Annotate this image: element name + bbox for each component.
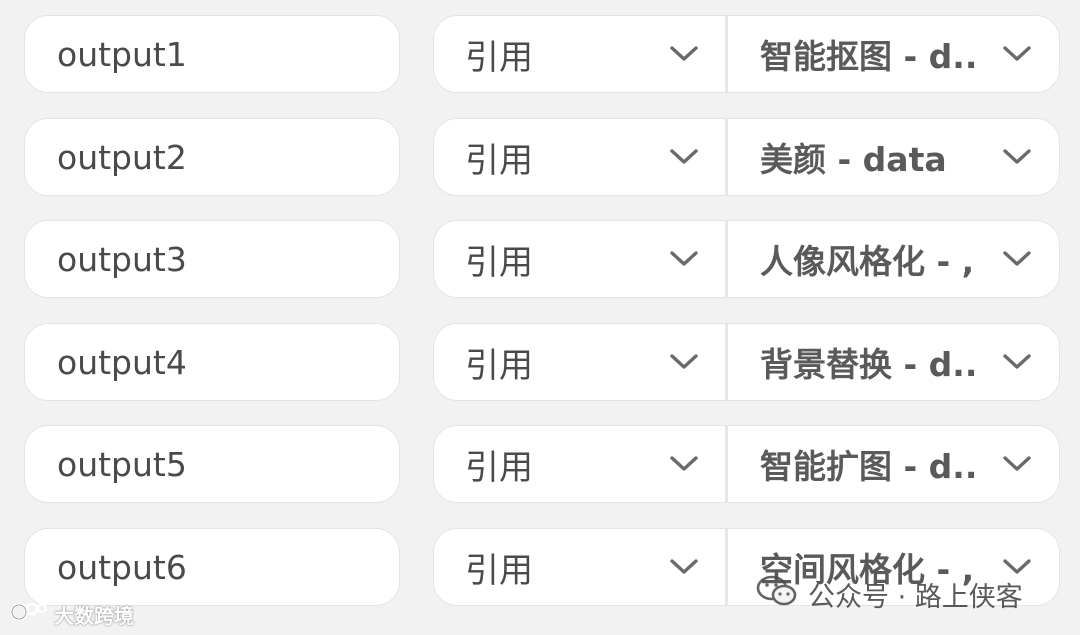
watermark-left-text: 大数跨境 [54, 603, 134, 628]
chevron-down-icon[interactable] [1000, 242, 1034, 276]
chevron-down-icon[interactable] [667, 140, 701, 174]
reference-source-select[interactable]: 智能抠图 - d.. [728, 16, 1059, 92]
reference-source-select[interactable]: 智能扩图 - d.. [728, 426, 1059, 502]
chevron-down-icon[interactable] [1000, 140, 1034, 174]
output-name-field[interactable]: output4 [24, 323, 400, 401]
chevron-down-icon[interactable] [667, 550, 701, 584]
output-row: output4 引用 背景替换 - d.. [0, 323, 1080, 401]
output-name-field[interactable]: output2 [24, 118, 400, 196]
value-type-label: 引用 [465, 242, 533, 283]
reference-source-label: 智能扩图 - d.. [760, 447, 978, 486]
chevron-down-icon[interactable] [667, 242, 701, 276]
output-name-field[interactable]: output1 [24, 15, 400, 93]
chevron-down-icon[interactable] [667, 447, 701, 481]
chevron-down-icon[interactable] [1000, 447, 1034, 481]
output-row: output5 引用 智能扩图 - d.. [0, 425, 1080, 503]
value-type-label: 引用 [465, 550, 533, 591]
reference-source-label: 背景替换 - d.. [760, 345, 978, 384]
output-value-combo: 引用 智能抠图 - d.. [433, 15, 1060, 93]
value-type-select[interactable]: 引用 [434, 16, 725, 92]
watermark-left: 大数跨境 [10, 600, 134, 628]
output-name-field[interactable]: output5 [24, 425, 400, 503]
output-name-text: output3 [57, 239, 187, 279]
value-type-label: 引用 [465, 140, 533, 181]
watermark-right: 公众号 · 路上侠客 [756, 574, 1023, 614]
output-value-combo: 引用 人像风格化 - , [433, 220, 1060, 298]
wechat-icon [756, 573, 798, 616]
output-value-combo: 引用 背景替换 - d.. [433, 323, 1060, 401]
reference-source-select[interactable]: 背景替换 - d.. [728, 324, 1059, 400]
output-row: output1 引用 智能抠图 - d.. [0, 15, 1080, 93]
reference-source-label: 美颜 - data [760, 140, 947, 179]
output-row: output3 引用 人像风格化 - , [0, 220, 1080, 298]
logo-icon [10, 600, 48, 629]
watermark-right-text: 公众号 · 路上侠客 [808, 581, 1023, 613]
value-type-label: 引用 [465, 37, 533, 78]
chevron-down-icon[interactable] [1000, 345, 1034, 379]
output-name-field[interactable]: output6 [24, 528, 400, 606]
output-value-combo: 引用 美颜 - data [433, 118, 1060, 196]
output-value-combo: 引用 智能扩图 - d.. [433, 425, 1060, 503]
output-name-text: output4 [57, 342, 187, 382]
value-type-label: 引用 [465, 345, 533, 386]
value-type-select[interactable]: 引用 [434, 221, 725, 297]
chevron-down-icon[interactable] [1000, 37, 1034, 71]
output-name-field[interactable]: output3 [24, 220, 400, 298]
chevron-down-icon[interactable] [667, 345, 701, 379]
reference-source-select[interactable]: 人像风格化 - , [728, 221, 1059, 297]
value-type-select[interactable]: 引用 [434, 529, 725, 605]
output-row: output2 引用 美颜 - data [0, 118, 1080, 196]
reference-source-select[interactable]: 美颜 - data [728, 119, 1059, 195]
output-name-text: output2 [57, 137, 187, 177]
output-name-text: output1 [57, 34, 187, 74]
reference-source-label: 人像风格化 - , [760, 242, 975, 281]
chevron-down-icon[interactable] [667, 37, 701, 71]
value-type-select[interactable]: 引用 [434, 119, 725, 195]
value-type-select[interactable]: 引用 [434, 324, 725, 400]
value-type-select[interactable]: 引用 [434, 426, 725, 502]
reference-source-label: 智能抠图 - d.. [760, 37, 978, 76]
output-name-text: output5 [57, 444, 187, 484]
output-name-text: output6 [57, 547, 187, 587]
value-type-label: 引用 [465, 447, 533, 488]
